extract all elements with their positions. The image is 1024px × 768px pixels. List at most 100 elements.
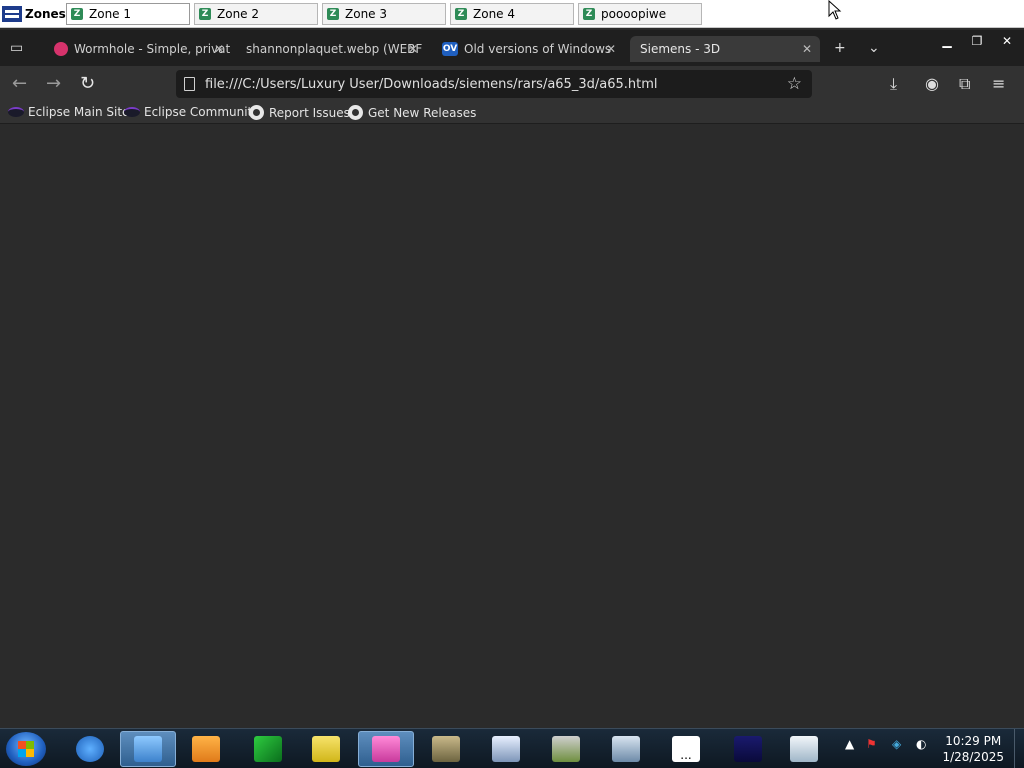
pink-box-app-icon xyxy=(372,736,400,762)
bookmark-label: Eclipse Community xyxy=(144,105,260,119)
zone-tab-3[interactable]: Z Zone 3 xyxy=(322,3,446,25)
taskbar-app-pink-box[interactable] xyxy=(358,731,414,767)
browser-tab[interactable]: shannonplaquet.webp (WEBF ✕ xyxy=(236,36,426,62)
zip-app-icon xyxy=(492,736,520,762)
wormhole-favicon-icon xyxy=(54,42,68,56)
browser-tab-active[interactable]: Siemens - 3D ✕ xyxy=(630,36,820,62)
address-bar[interactable]: file:///C:/Users/Luxury User/Downloads/s… xyxy=(176,70,812,98)
media-player-icon xyxy=(192,736,220,762)
bookmark-get-new-releases[interactable]: Get New Releases xyxy=(348,105,476,120)
clock-date: 1/28/2025 xyxy=(942,750,1004,764)
bookmark-label: Get New Releases xyxy=(368,105,477,120)
github-icon xyxy=(348,105,363,120)
xff-app-icon xyxy=(254,736,282,762)
browser-tab-label: Wormhole - Simple, privat xyxy=(74,42,231,56)
clock-time: 10:29 PM xyxy=(945,734,1002,748)
taskbar-app-zip[interactable] xyxy=(478,731,534,767)
blank-window-label: ... xyxy=(680,748,692,762)
bookmark-eclipse-community[interactable]: Eclipse Community xyxy=(124,105,259,119)
zones-label-text: Zones xyxy=(25,7,66,21)
show-desktop-button[interactable] xyxy=(1014,729,1024,768)
zones-bar: Zones Z Zone 1 Z Zone 2 Z Zone 3 Z Zone … xyxy=(0,0,1024,28)
forward-arrow-icon[interactable]: → xyxy=(46,74,61,94)
new-tab-icon[interactable]: + xyxy=(834,40,846,56)
bookmarks-toolbar: Eclipse Main Site Eclipse Community Repo… xyxy=(0,102,1024,124)
page-content xyxy=(0,124,1024,728)
action-center-flag-icon[interactable]: ⚑ xyxy=(866,737,877,751)
bookmark-report-issues[interactable]: Report Issues xyxy=(249,105,350,120)
tab-overview-icon[interactable]: ▭ xyxy=(10,40,23,56)
taskbar-app-printer[interactable] xyxy=(538,731,594,767)
close-tab-icon[interactable]: ✕ xyxy=(214,42,224,56)
zone-tab-1[interactable]: Z Zone 1 xyxy=(66,3,190,25)
zone-tab-label: Zone 2 xyxy=(217,7,259,21)
volume-icon[interactable]: ◐ xyxy=(916,737,926,751)
zone-icon: Z xyxy=(71,8,83,20)
zone-tab-label: Zone 4 xyxy=(473,7,515,21)
zones-logo-icon xyxy=(2,6,22,22)
browser-tab-label: Siemens - 3D xyxy=(640,42,721,56)
zone-icon: Z xyxy=(327,8,339,20)
show-hidden-icons-icon[interactable]: ▲ xyxy=(845,737,854,751)
navigation-toolbar: ← → ↻ file:///C:/Users/Luxury User/Downl… xyxy=(0,66,1024,102)
printer-app-icon xyxy=(552,736,580,762)
back-arrow-icon[interactable]: ← xyxy=(12,74,27,94)
zone-icon: Z xyxy=(455,8,467,20)
taskbar-app-reader[interactable] xyxy=(776,731,832,767)
bookmark-label: Eclipse Main Site xyxy=(28,105,130,119)
browser-tab-strip: ▭ Wormhole - Simple, privat ✕ shannonpla… xyxy=(0,30,1024,66)
close-tab-icon[interactable]: ✕ xyxy=(408,42,418,56)
bookmark-star-icon[interactable]: ☆ xyxy=(787,74,802,94)
close-window-icon[interactable]: ✕ xyxy=(994,34,1020,48)
github-icon xyxy=(249,105,264,120)
browser-tab[interactable]: OV Old versions of Windows ✕ xyxy=(432,36,624,62)
music-app-icon xyxy=(432,736,460,762)
account-icon[interactable]: ◉ xyxy=(925,74,939,93)
taskbar-app-pencil[interactable] xyxy=(298,731,354,767)
taskbar-app-music[interactable] xyxy=(418,731,474,767)
taskbar-app-xff[interactable] xyxy=(240,731,296,767)
taskbar-app-computer[interactable] xyxy=(598,731,654,767)
eclipse-icon xyxy=(8,107,24,117)
zone-tab-label: Zone 1 xyxy=(89,7,131,21)
taskbar-app-blank[interactable]: ... xyxy=(658,731,714,767)
network-icon[interactable]: ◈ xyxy=(892,737,901,751)
zone-tab-label: poooopiwe xyxy=(601,7,667,21)
file-explorer-icon xyxy=(134,736,162,762)
system-clock[interactable]: 10:29 PM 1/28/2025 xyxy=(942,733,1004,765)
browser-tab-label: Old versions of Windows xyxy=(464,42,612,56)
taskbar-file-explorer[interactable] xyxy=(120,731,176,767)
url-text: file:///C:/Users/Luxury User/Downloads/s… xyxy=(205,76,658,92)
computer-app-icon xyxy=(612,736,640,762)
zone-tab-5[interactable]: Z poooopiwe xyxy=(578,3,702,25)
start-button[interactable] xyxy=(6,732,46,766)
blank-window-icon: ... xyxy=(672,736,700,762)
close-tab-icon[interactable]: ✕ xyxy=(606,42,616,56)
browser-tab-label: shannonplaquet.webp (WEBF xyxy=(246,42,423,56)
zone-tab-2[interactable]: Z Zone 2 xyxy=(194,3,318,25)
taskbar-internet-explorer[interactable] xyxy=(62,731,118,767)
taskbar-app-paper-plane[interactable] xyxy=(720,731,776,767)
zones-label[interactable]: Zones xyxy=(2,3,66,25)
reload-icon[interactable]: ↻ xyxy=(80,74,95,94)
download-icon[interactable]: ⤓ xyxy=(890,74,897,94)
paper-plane-app-icon xyxy=(734,736,762,762)
taskbar: ... ▲ ⚑ ◈ ◐ 10:29 PM 1/28/2025 xyxy=(0,728,1024,768)
extensions-icon[interactable]: ⧉ xyxy=(959,74,970,94)
tab-list-chevron-icon[interactable]: ⌄ xyxy=(868,40,880,56)
ov-favicon-icon: OV xyxy=(442,42,458,56)
bookmark-eclipse-main[interactable]: Eclipse Main Site xyxy=(8,105,129,119)
menu-icon[interactable]: ≡ xyxy=(992,74,1005,93)
taskbar-media-player[interactable] xyxy=(178,731,234,767)
zone-tab-4[interactable]: Z Zone 4 xyxy=(450,3,574,25)
zone-icon: Z xyxy=(199,8,211,20)
windows-logo-icon xyxy=(18,741,34,757)
page-icon xyxy=(184,77,195,91)
restore-icon[interactable]: ❐ xyxy=(964,34,990,48)
browser-tab[interactable]: Wormhole - Simple, privat ✕ xyxy=(44,36,232,62)
internet-explorer-icon xyxy=(76,736,104,762)
zone-tab-label: Zone 3 xyxy=(345,7,387,21)
minimize-icon[interactable]: ▁ xyxy=(934,34,960,48)
zone-icon: Z xyxy=(583,8,595,20)
close-tab-icon[interactable]: ✕ xyxy=(802,42,812,56)
